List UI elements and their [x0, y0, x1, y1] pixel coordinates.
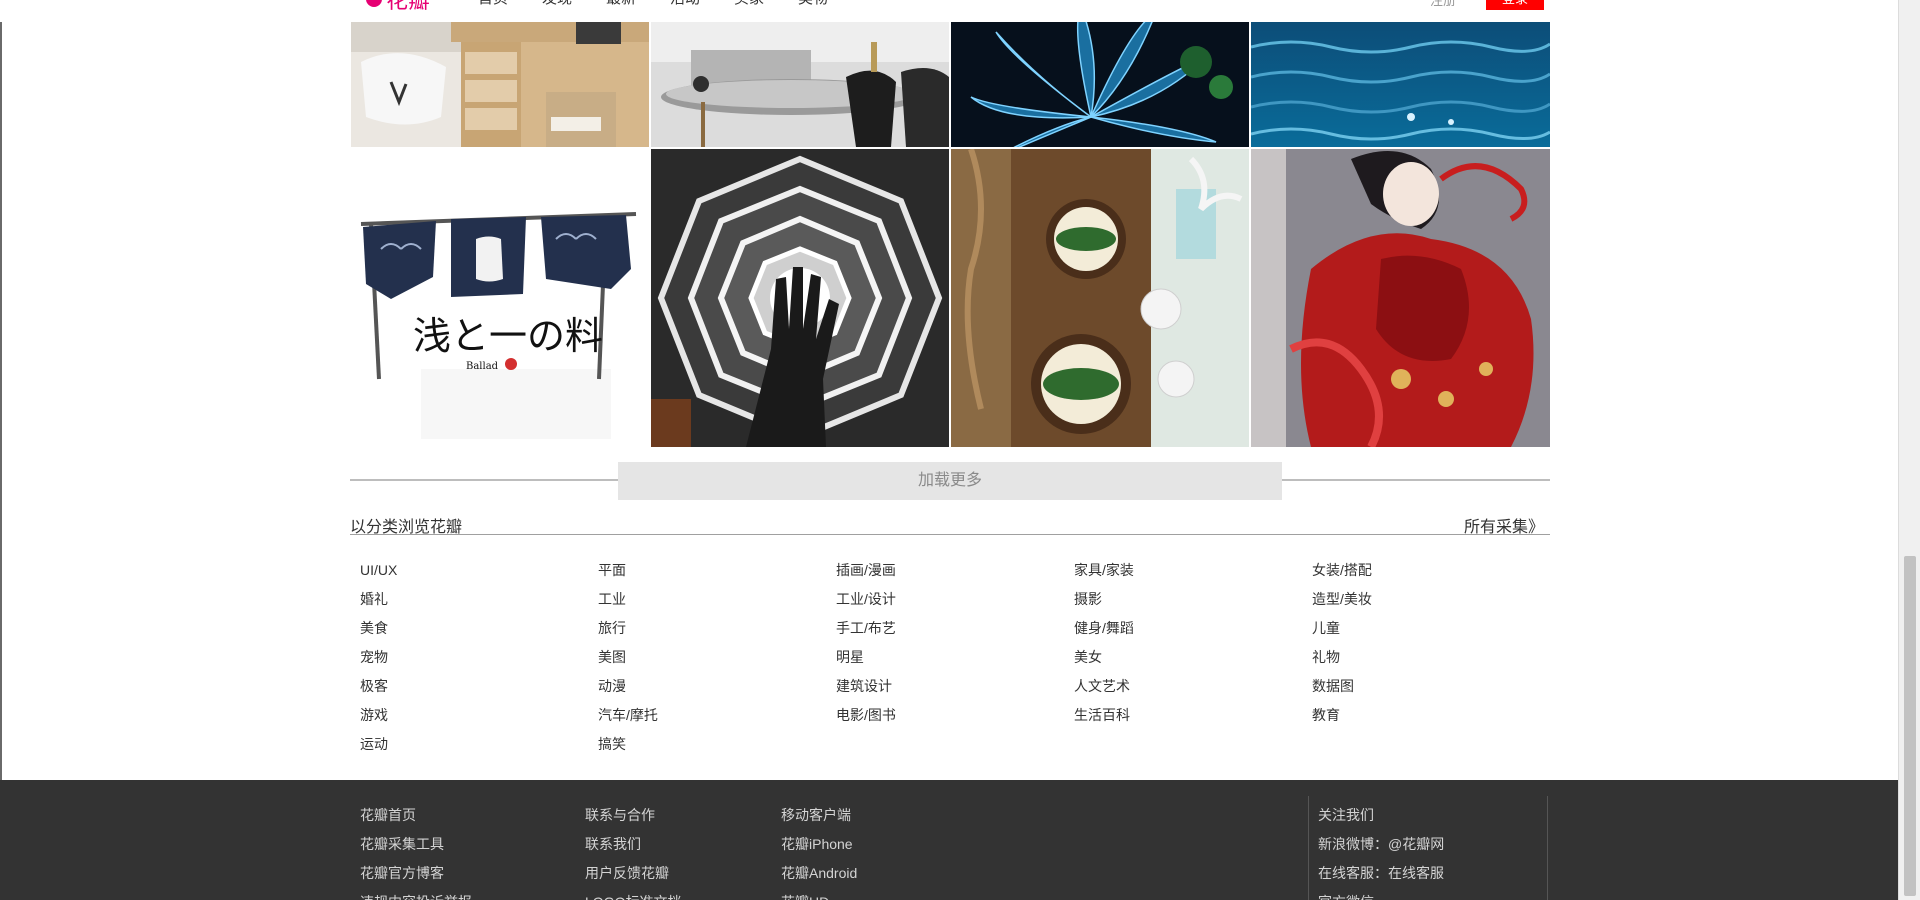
nav-item-goods[interactable]: 美物: [798, 0, 862, 10]
footer-link-partnership[interactable]: 联系与合作: [585, 805, 655, 825]
footer-link-weibo[interactable]: 新浪微博：@花瓣网: [1318, 834, 1444, 854]
photo-ocean-water[interactable]: [1251, 22, 1550, 147]
footer-divider: [1547, 796, 1548, 900]
category-link[interactable]: 美食: [360, 618, 388, 638]
footer-divider: [1308, 796, 1309, 900]
category-link[interactable]: 插画/漫画: [836, 560, 896, 580]
footer-link-feedback[interactable]: 用户反馈花瓣: [585, 863, 669, 883]
category-link[interactable]: 电影/图书: [836, 705, 896, 725]
category-link[interactable]: 极客: [360, 676, 388, 696]
category-link[interactable]: 游戏: [360, 705, 388, 725]
category-link[interactable]: 平面: [598, 560, 626, 580]
category-link[interactable]: 运动: [360, 734, 388, 754]
register-button[interactable]: 登录: [1486, 0, 1544, 10]
category-link[interactable]: 手工/布艺: [836, 618, 896, 638]
footer-link-collector[interactable]: 花瓣采集工具: [360, 834, 444, 854]
svg-text:浅と一の料: 浅と一の料: [413, 314, 603, 358]
nav-item-buyers[interactable]: 买家: [734, 0, 798, 10]
footer-link-home[interactable]: 花瓣首页: [360, 805, 416, 825]
photo-white-desk-chair[interactable]: [351, 22, 649, 147]
footer-link-blog[interactable]: 花瓣官方博客: [360, 863, 444, 883]
footer-link-logo-docs[interactable]: LOGO标准文档: [585, 892, 681, 900]
category-link[interactable]: 美图: [598, 647, 626, 667]
logo-mark-icon: [366, 0, 382, 7]
logo-text: 花瓣: [386, 0, 431, 14]
footer-link-hd[interactable]: 花瓣HD: [781, 892, 829, 900]
main-nav: 首页 发现 最新 活动 买家 美物: [478, 0, 862, 10]
photo-grid: 浅と一の料 Ballad: [351, 22, 1550, 447]
footer-link-iphone[interactable]: 花瓣iPhone: [781, 834, 853, 854]
category-link[interactable]: 动漫: [598, 676, 626, 696]
category-link[interactable]: 健身/舞蹈: [1074, 618, 1134, 638]
category-link[interactable]: 美女: [1074, 647, 1102, 667]
category-link[interactable]: 教育: [1312, 705, 1340, 725]
category-header: 以分类浏览花瓣 所有采集》: [350, 511, 1550, 537]
category-link[interactable]: UI/UX: [360, 560, 397, 580]
category-link[interactable]: 生活百科: [1074, 705, 1130, 725]
footer-link-report[interactable]: 违规内容投诉举报: [360, 892, 472, 900]
footer-follow-heading: 关注我们: [1318, 807, 1374, 823]
category-link[interactable]: 宠物: [360, 647, 388, 667]
category-section-title: 以分类浏览花瓣: [350, 519, 463, 536]
footer-link-wechat[interactable]: 官方微信: [1318, 892, 1374, 900]
category-link[interactable]: 造型/美妆: [1312, 589, 1372, 609]
load-more-row: 加载更多: [350, 462, 1550, 500]
category-link[interactable]: 建筑设计: [836, 676, 892, 696]
load-more-button[interactable]: 加载更多: [618, 462, 1282, 500]
footer-link-online-service[interactable]: 在线客服：在线客服: [1318, 863, 1444, 883]
site-footer: 花瓣首页 花瓣采集工具 花瓣官方博客 违规内容投诉举报 联系与合作 联系我们 用…: [0, 780, 1898, 900]
site-logo[interactable]: 花瓣: [366, 0, 430, 14]
footer-link-mobile[interactable]: 移动客户端: [781, 805, 851, 825]
footer-link-android[interactable]: 花瓣Android: [781, 863, 857, 883]
nav-item-home[interactable]: 首页: [478, 0, 542, 10]
photo-table-setting-leaves[interactable]: [951, 149, 1249, 447]
category-link[interactable]: 女装/搭配: [1312, 560, 1372, 580]
nav-item-discover[interactable]: 发现: [542, 0, 606, 10]
category-link[interactable]: 数据图: [1312, 676, 1354, 696]
category-link[interactable]: 工业/设计: [836, 589, 896, 609]
footer-link-contact[interactable]: 联系我们: [585, 834, 641, 854]
category-link[interactable]: 婚礼: [360, 589, 388, 609]
nav-item-events[interactable]: 活动: [670, 0, 734, 10]
category-link[interactable]: 人文艺术: [1074, 676, 1130, 696]
photo-blue-leaf-dewdrops[interactable]: [951, 22, 1249, 147]
window-left-edge: [0, 0, 2, 900]
category-link[interactable]: 旅行: [598, 618, 626, 638]
nav-item-latest[interactable]: 最新: [606, 0, 670, 10]
category-link[interactable]: 儿童: [1312, 618, 1340, 638]
photo-dining-room-black-chairs[interactable]: [651, 22, 949, 147]
scrollbar-thumb[interactable]: [1904, 556, 1916, 896]
all-collections-link[interactable]: 所有采集》: [1464, 513, 1544, 537]
photo-spiral-building-hand[interactable]: [651, 149, 949, 447]
category-link[interactable]: 汽车/摩托: [598, 705, 658, 725]
category-link[interactable]: 摄影: [1074, 589, 1102, 609]
category-link[interactable]: 工业: [598, 589, 626, 609]
category-link[interactable]: 搞笑: [598, 734, 626, 754]
category-link[interactable]: 家具/家装: [1074, 560, 1134, 580]
svg-text:Ballad: Ballad: [466, 361, 499, 372]
page-scrollbar[interactable]: [1898, 0, 1920, 900]
category-link[interactable]: 明星: [836, 647, 864, 667]
login-link[interactable]: 注册: [1430, 0, 1456, 9]
top-navigation-bar: 花瓣 首页 发现 最新 活动 买家 美物 注册 登录: [0, 0, 1898, 22]
photo-japanese-noren-fish[interactable]: 浅と一の料 Ballad: [351, 149, 649, 447]
category-link[interactable]: 礼物: [1312, 647, 1340, 667]
photo-red-dress-illustration[interactable]: [1251, 149, 1550, 447]
